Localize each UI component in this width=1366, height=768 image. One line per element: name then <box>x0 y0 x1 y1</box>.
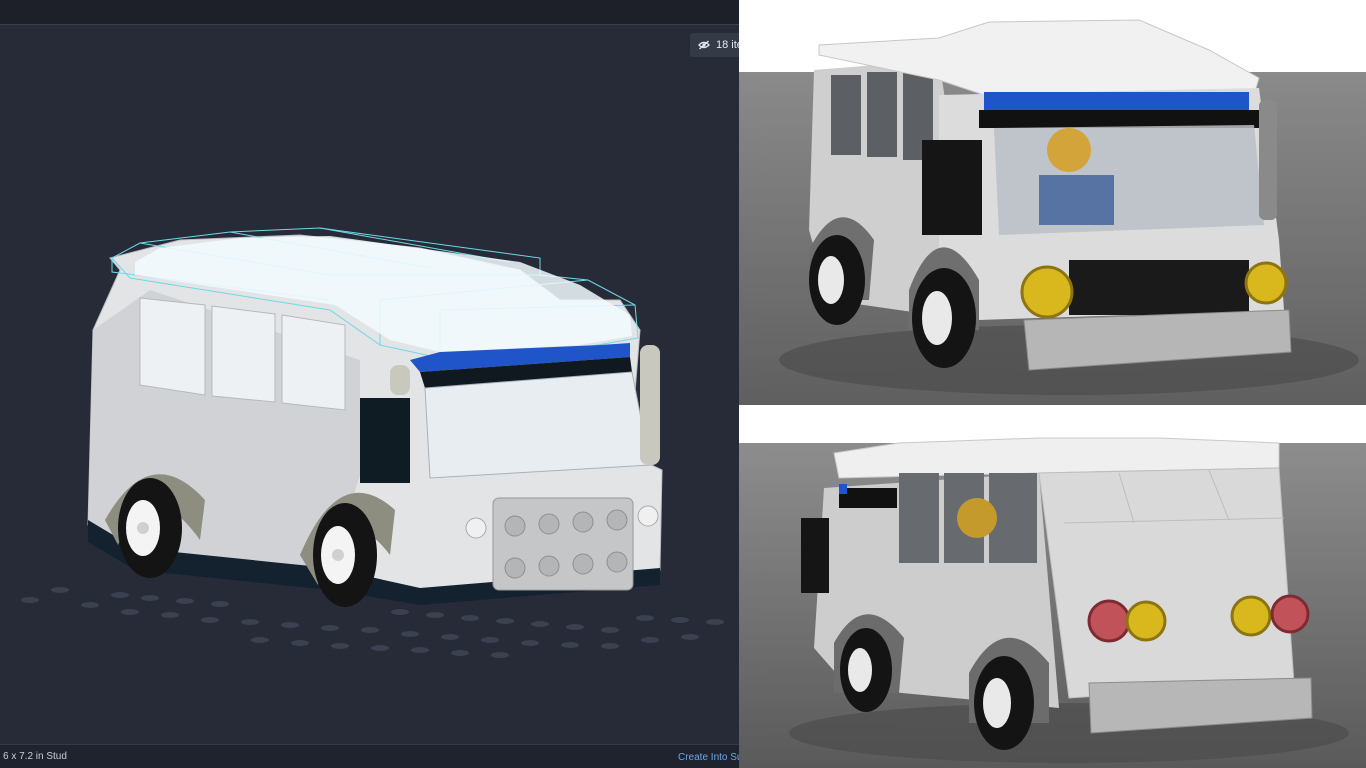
front-wheel <box>313 503 377 607</box>
minibus-model-3d[interactable] <box>0 24 739 744</box>
side-mirror-panel <box>801 518 829 593</box>
indicator-right <box>1230 595 1272 637</box>
indicator-left <box>1125 600 1167 642</box>
brick-editor-panel: 18 items 6 x 7.2 in Stud Create Into Sub… <box>0 0 739 768</box>
tail-light-left <box>1087 599 1131 643</box>
minifigure-head <box>1047 128 1091 172</box>
mirror-left <box>390 365 410 395</box>
eye-off-icon <box>698 40 710 50</box>
side-windows <box>831 70 933 160</box>
rear-wheel <box>809 235 865 325</box>
tail-light-right <box>1270 594 1310 634</box>
editor-top-bar <box>0 0 739 25</box>
van-rear <box>1038 467 1295 699</box>
rear-view-render <box>739 408 1366 768</box>
minibus-front-render <box>739 0 1366 405</box>
front-grille <box>1069 260 1249 315</box>
mirror-right <box>640 345 660 465</box>
front-wheel <box>912 268 976 368</box>
rear-wheel <box>974 656 1034 750</box>
visible-items-toggle[interactable]: 18 items <box>690 33 739 57</box>
door-panel <box>360 398 410 483</box>
headlight-left <box>465 517 487 539</box>
front-wheel <box>840 628 892 712</box>
model-viewport[interactable] <box>0 24 739 744</box>
minifigure-body <box>1039 175 1114 225</box>
visible-items-count: 18 items <box>716 39 739 51</box>
side-mirror-panel <box>922 140 982 235</box>
headlight-left <box>1020 265 1074 319</box>
roof-trim <box>984 92 1249 112</box>
windshield-frame <box>839 488 897 508</box>
rear-wheel <box>118 478 182 578</box>
create-submodel-link[interactable]: Create Into Submodel <box>678 752 739 763</box>
dimensions-readout: 6 x 7.2 in Stud <box>3 751 67 762</box>
front-view-render <box>739 0 1366 405</box>
windshield <box>994 125 1264 235</box>
mirror-post <box>1259 100 1277 220</box>
minibus-rear-render <box>739 408 1366 768</box>
windshield <box>424 371 651 479</box>
headlight-right <box>637 505 659 527</box>
minifigure-head <box>957 498 997 538</box>
windshield-frame <box>979 110 1259 128</box>
roof-trim <box>839 484 847 494</box>
baseplate-studs <box>21 587 724 658</box>
editor-status-bar: 6 x 7.2 in Stud Create Into Submodel <box>0 744 739 768</box>
headlight-right <box>1244 261 1288 305</box>
